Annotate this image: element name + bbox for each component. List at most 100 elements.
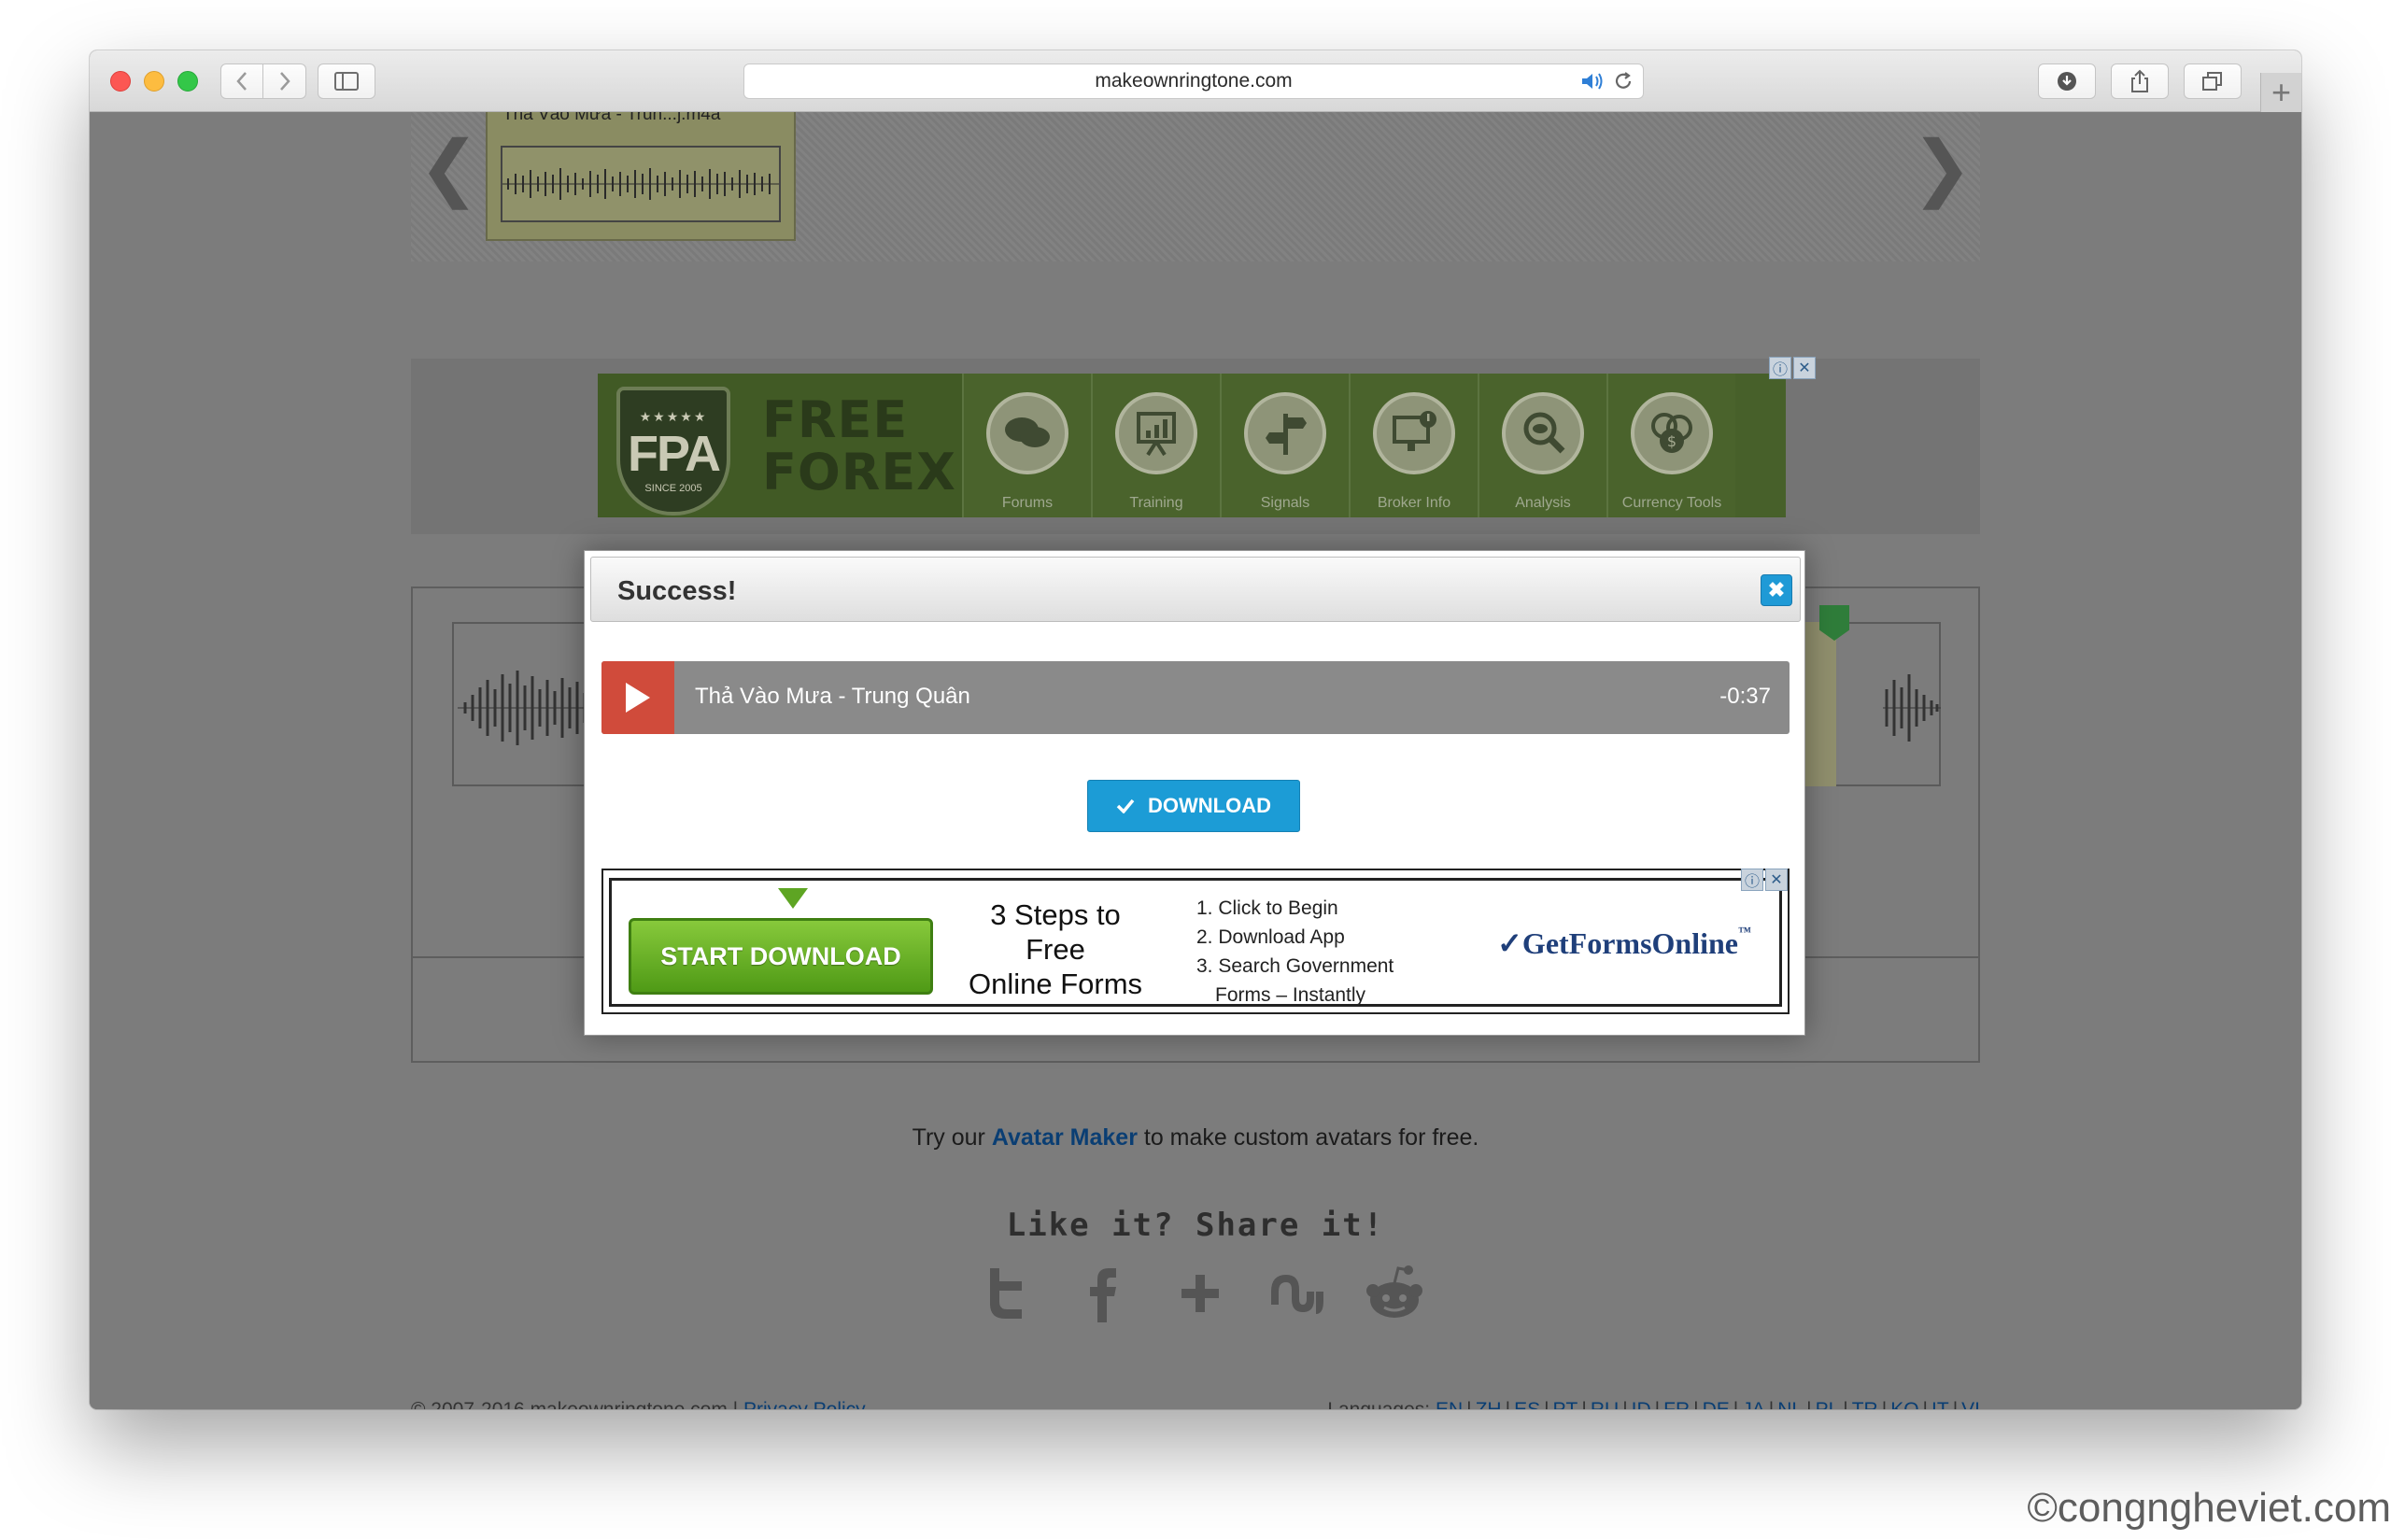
forex-item-training[interactable]: Training (1091, 374, 1220, 517)
share-icon (2131, 69, 2148, 92)
forex-item-forums[interactable]: Forums (962, 374, 1091, 517)
language-link-tr[interactable]: TR (1852, 1399, 1878, 1409)
window-close-button[interactable] (110, 71, 131, 92)
forex-item-broker-info[interactable]: Broker Info (1349, 374, 1478, 517)
play-button[interactable] (601, 661, 674, 734)
language-link-zh[interactable]: ZH (1476, 1399, 1502, 1409)
language-separator: | (1540, 1399, 1552, 1409)
fpa-brand: FPA (628, 425, 721, 482)
window-maximize-button[interactable] (177, 71, 198, 92)
slider-card[interactable]: Thả Vào Mưa - Trun...j.m4a (486, 112, 796, 241)
address-bar[interactable]: makeownringtone.com (743, 64, 1644, 99)
dialog-header: Success! ✖ (590, 557, 1801, 622)
language-separator: | (1765, 1399, 1777, 1409)
google-plus-icon[interactable] (1169, 1263, 1231, 1324)
forex-item-signals[interactable]: Signals (1220, 374, 1349, 517)
ad-info-icon[interactable]: ⓘ (1741, 869, 1763, 891)
ad-banner-forms[interactable]: START DOWNLOAD 3 Steps to Free Online Fo… (601, 869, 1790, 1014)
twitter-icon[interactable] (975, 1263, 1037, 1324)
selection-region[interactable] (1803, 622, 1836, 786)
ad-info-icon[interactable]: ⓘ (1769, 357, 1791, 379)
checkmark-icon: ✓ (1497, 926, 1522, 960)
forex-item-label: Training (1129, 495, 1183, 511)
success-dialog: Success! ✖ Thả Vào Mưa - Trung Quân -0:3… (584, 550, 1805, 1036)
language-separator: | (1839, 1399, 1851, 1409)
waveform-left-graphic (458, 671, 588, 745)
forward-button[interactable] (263, 64, 306, 99)
reddit-icon[interactable] (1364, 1263, 1425, 1324)
language-separator: | (1502, 1399, 1514, 1409)
language-separator: | (1577, 1399, 1590, 1409)
ad-banner-forex: ★★★★★ FPA SINCE 2005 FREE FOREX Forums T… (411, 357, 1980, 534)
ad-controls: ⓘ ✕ (1741, 869, 1788, 891)
facebook-icon[interactable] (1072, 1263, 1134, 1324)
language-separator: | (1651, 1399, 1663, 1409)
language-separator: | (1463, 1399, 1475, 1409)
language-separator: | (1878, 1399, 1890, 1409)
forex-item-label: Currency Tools (1621, 495, 1722, 511)
language-link-ru[interactable]: RU (1591, 1399, 1619, 1409)
slider-prev-arrow[interactable]: ❮ (418, 131, 479, 204)
window-minimize-button[interactable] (144, 71, 164, 92)
page-viewport: ❮ Thả Vào Mưa - Trun...j.m4a ❯ ★★★★★ FPA… (90, 112, 2301, 1409)
play-icon (626, 683, 650, 713)
language-link-en[interactable]: EN (1436, 1399, 1463, 1409)
presentation-board-icon (1115, 392, 1197, 474)
language-link-pt[interactable]: PT (1553, 1399, 1578, 1409)
language-link-nl[interactable]: NL (1777, 1399, 1803, 1409)
languages-label: Languages: (1327, 1399, 1430, 1409)
audio-playing-icon[interactable] (1579, 70, 1606, 92)
steps-line: 3 Steps to (990, 898, 1121, 931)
tab-overview-button[interactable] (2184, 64, 2242, 99)
list-item: 1. Click to Begin (1196, 897, 1338, 919)
dialog-close-button[interactable]: ✖ (1761, 574, 1792, 606)
share-button[interactable] (2111, 64, 2169, 99)
new-tab-button[interactable]: + (2260, 73, 2301, 112)
slider-card-title: Thả Vào Mưa - Trun...j.m4a (502, 112, 721, 124)
watermark-text: ©congngheviet.com (2027, 1485, 2391, 1531)
privacy-policy-link[interactable]: Privacy Policy (743, 1399, 866, 1409)
sidebar-toggle-button[interactable] (318, 64, 375, 99)
share-icons (975, 1263, 1425, 1324)
magnifier-eye-icon (1502, 392, 1584, 474)
slider-card-waveform (501, 146, 781, 222)
stumbleupon-icon[interactable] (1266, 1263, 1328, 1324)
language-link-ja[interactable]: JA (1742, 1399, 1765, 1409)
language-link-it[interactable]: IT (1931, 1399, 1949, 1409)
ad-close-icon[interactable]: ✕ (1793, 357, 1816, 379)
forex-ad[interactable]: ★★★★★ FPA SINCE 2005 FREE FOREX Forums T… (598, 357, 1816, 517)
forex-item-analysis[interactable]: Analysis (1478, 374, 1606, 517)
language-link-fr[interactable]: FR (1663, 1399, 1690, 1409)
track-title: Thả Vào Mưa - Trung Quân (695, 684, 970, 709)
copyright-text: © 2007-2016 makeownringtone.com | (411, 1399, 738, 1409)
language-link-ko[interactable]: KO (1890, 1399, 1918, 1409)
language-list: EN|ZH|ES|PT|RU|ID|FR|DE|JA|NL|PL|TR|KO|I… (1436, 1399, 1980, 1409)
list-item: Forms – Instantly (1215, 984, 1366, 1006)
close-icon: ✖ (1767, 578, 1786, 601)
check-icon (1116, 798, 1135, 813)
forex-headline-line2: FOREX (762, 443, 956, 502)
downloads-button[interactable] (2038, 64, 2096, 99)
back-button[interactable] (220, 64, 263, 99)
language-link-id[interactable]: ID (1632, 1399, 1651, 1409)
language-link-pl[interactable]: PL (1816, 1399, 1840, 1409)
language-separator: | (1949, 1399, 1961, 1409)
chevron-left-icon (236, 72, 247, 91)
forex-item-currency-tools[interactable]: $ Currency Tools (1606, 374, 1735, 517)
audio-player: Thả Vào Mưa - Trung Quân -0:37 (601, 661, 1790, 734)
start-download-ad-button[interactable]: START DOWNLOAD (629, 918, 933, 995)
language-link-vi[interactable]: VI (1961, 1399, 1980, 1409)
avatar-maker-link[interactable]: Avatar Maker (992, 1124, 1138, 1151)
waveform-graphic (502, 168, 779, 200)
language-link-de[interactable]: DE (1703, 1399, 1730, 1409)
svg-text:$: $ (1667, 432, 1677, 450)
getformsonline-logo: ✓GetFormsOnline™ (1497, 925, 1751, 960)
ad-forms-frame: START DOWNLOAD 3 Steps to Free Online Fo… (609, 878, 1782, 1007)
reload-icon[interactable] (1613, 71, 1634, 92)
forex-item-label: Analysis (1515, 495, 1571, 511)
ad-close-icon[interactable]: ✕ (1765, 869, 1788, 891)
download-button[interactable]: DOWNLOAD (1087, 780, 1300, 832)
language-link-es[interactable]: ES (1514, 1399, 1540, 1409)
slider-next-arrow[interactable]: ❯ (1912, 131, 1973, 204)
forex-headline: FREE FOREX (762, 394, 956, 499)
